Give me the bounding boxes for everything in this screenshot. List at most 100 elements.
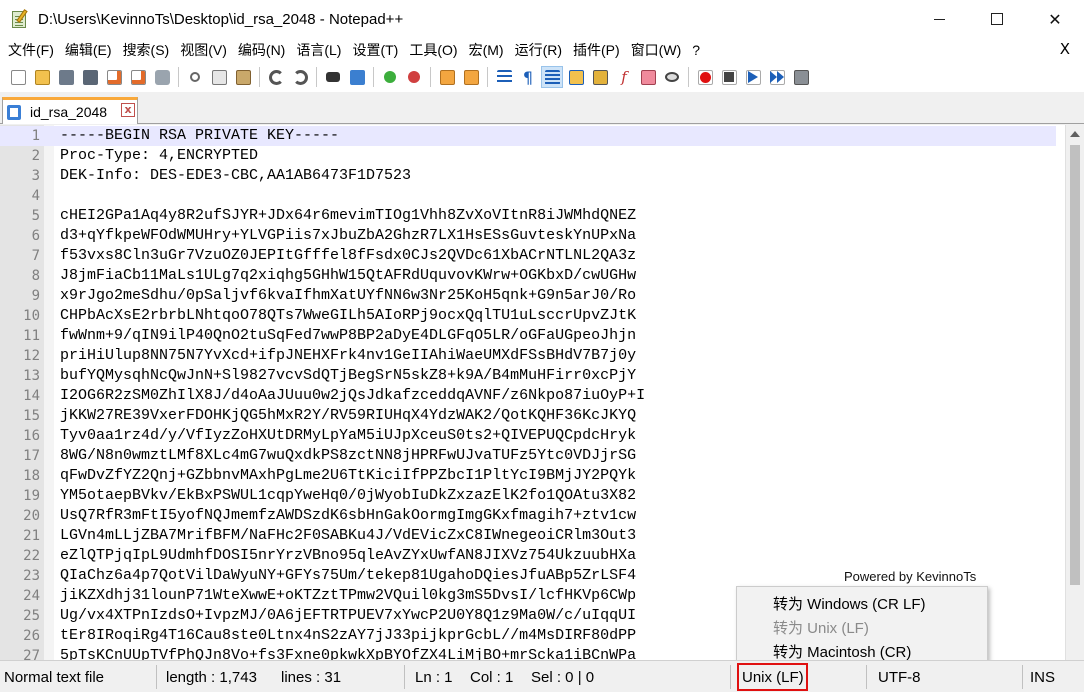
replace-icon[interactable] bbox=[347, 67, 367, 87]
play-macro-icon[interactable] bbox=[743, 67, 763, 87]
close-all-icon[interactable] bbox=[128, 67, 148, 87]
sync-vertical-icon[interactable] bbox=[437, 67, 457, 87]
vertical-scrollbar[interactable] bbox=[1065, 125, 1084, 660]
zoom-in-icon[interactable] bbox=[380, 67, 400, 87]
menu-run[interactable]: 运行(R) bbox=[511, 40, 566, 60]
zoom-out-icon[interactable] bbox=[404, 67, 424, 87]
menu-view[interactable]: 视图(V) bbox=[176, 40, 231, 60]
editor-line[interactable]: 9 x9rJgo2meSdhu/0pSaljvf6kvaIfhmXatUYfNN6… bbox=[0, 286, 1056, 306]
line-text[interactable]: 8WG/N8n0wmztLMf8XLc4mG7wuQxdkPS8zctNN8jH… bbox=[60, 446, 636, 466]
close-document-button[interactable]: X bbox=[1060, 40, 1070, 58]
stop-record-icon[interactable] bbox=[719, 67, 739, 87]
editor-line[interactable]: 1 -----BEGIN RSA PRIVATE KEY----- bbox=[0, 126, 1056, 146]
redo-icon[interactable] bbox=[290, 67, 310, 87]
menu-tools[interactable]: 工具(O) bbox=[405, 40, 461, 60]
save-icon[interactable] bbox=[56, 67, 76, 87]
editor-line[interactable]: 10 CHPbAcXsE2rbrbLNhtqoO78QTs7WweGILh5AIo… bbox=[0, 306, 1056, 326]
line-text[interactable]: J8jmFiaCb11MaLs1ULg7q2xiqhg5GHhW15QtAFRd… bbox=[60, 266, 636, 286]
menu-plugins[interactable]: 插件(P) bbox=[569, 40, 624, 60]
editor-line[interactable]: 16 Tyv0aa1rz4d/y/VfIyzZoHXUtDRMyLpYaM5iUJ… bbox=[0, 426, 1056, 446]
function-list-icon[interactable]: f bbox=[614, 67, 634, 87]
cut-icon[interactable] bbox=[185, 67, 205, 87]
menu-file[interactable]: 文件(F) bbox=[4, 40, 58, 60]
record-macro-icon[interactable] bbox=[695, 67, 715, 87]
line-text[interactable]: Tyv0aa1rz4d/y/VfIyzZoHXUtDRMyLpYaM5iUJpX… bbox=[60, 426, 636, 446]
line-text[interactable]: tEr8IRoqiRg4T16Cau8ste0Ltnx4nS2zAY7jJ33p… bbox=[60, 626, 636, 646]
line-text[interactable]: eZlQTPjqIpL9UdmhfDOSI5nrYrzVBno95qleAvZY… bbox=[60, 546, 636, 566]
convert-windows-crlf-item[interactable]: 转为 Windows (CR LF) bbox=[773, 593, 926, 614]
editor-line[interactable]: 12 priHiUlup8NN75N7YvXcd+ifpJNEHXFrk4nv1G… bbox=[0, 346, 1056, 366]
tab-close-button[interactable]: x bbox=[121, 103, 135, 117]
editor-line[interactable]: 8 J8jmFiaCb11MaLs1ULg7q2xiqhg5GHhW15QtAFR… bbox=[0, 266, 1056, 286]
line-text[interactable]: UsQ7RfR3mFtI5yofNQJmemfzAWDSzdK6sbHnGakO… bbox=[60, 506, 636, 526]
line-text[interactable]: Ug/vx4XTPnIzdsO+IvpzMJ/0A6jEFTRTPUEV7xYw… bbox=[60, 606, 636, 626]
minimize-button[interactable] bbox=[910, 0, 968, 38]
undo-icon[interactable] bbox=[266, 67, 286, 87]
editor-line[interactable]: 15 jKKW27RE39VxerFDOHKjQG5hMxR2Y/RV59RIUH… bbox=[0, 406, 1056, 426]
editor-line[interactable]: 19 YM5otaepBVkv/EkBxPSWUL1cqpYweHq0/0jWyo… bbox=[0, 486, 1056, 506]
scrollbar-thumb[interactable] bbox=[1070, 145, 1080, 585]
user-language-icon[interactable] bbox=[566, 67, 586, 87]
line-text[interactable]: qFwDvZfYZ2Qnj+GZbbnvMAxhPgLme2U6TtKiciIf… bbox=[60, 466, 636, 486]
doc-map-icon[interactable] bbox=[590, 67, 610, 87]
folder-workspace-icon[interactable] bbox=[638, 67, 658, 87]
line-text[interactable]: QIaChz6a4p7QotVilDaWyuNY+GFYs75Um/tekep8… bbox=[60, 566, 636, 586]
menu-language[interactable]: 语言(L) bbox=[292, 40, 345, 60]
editor-line[interactable]: 7 f53vxs8Cln3uGr7VzuOZ0JEPItGfffel8fFsdx0… bbox=[0, 246, 1056, 266]
new-file-icon[interactable] bbox=[8, 67, 28, 87]
editor-line[interactable]: 22 eZlQTPjqIpL9UdmhfDOSI5nrYrzVBno95qleAv… bbox=[0, 546, 1056, 566]
editor-line[interactable]: 21 LGVn4mLLjZBA7MrifBFM/NaFHc2F0SABKu4J/V… bbox=[0, 526, 1056, 546]
copy-icon[interactable] bbox=[209, 67, 229, 87]
line-text[interactable]: CHPbAcXsE2rbrbLNhtqoO78QTs7WweGILh5AIoRP… bbox=[60, 306, 636, 326]
sync-horizontal-icon[interactable] bbox=[461, 67, 481, 87]
line-text[interactable]: fwWnm+9/qIN9ilP40QnO2tuSqFed7wwP8BP2aDyE… bbox=[60, 326, 636, 346]
editor-line[interactable]: 4 bbox=[0, 186, 1056, 206]
paste-icon[interactable] bbox=[233, 67, 253, 87]
editor-line[interactable]: 18 qFwDvZfYZ2Qnj+GZbbnvMAxhPgLme2U6TtKici… bbox=[0, 466, 1056, 486]
menu-search[interactable]: 搜索(S) bbox=[119, 40, 174, 60]
open-file-icon[interactable] bbox=[32, 67, 52, 87]
line-text[interactable]: jKKW27RE39VxerFDOHKjQG5hMxR2Y/RV59RIUHqX… bbox=[60, 406, 636, 426]
line-text[interactable]: YM5otaepBVkv/EkBxPSWUL1cqpYweHq0/0jWyobI… bbox=[60, 486, 636, 506]
tab-id-rsa-2048[interactable]: id_rsa_2048 x bbox=[2, 97, 138, 124]
word-wrap-icon[interactable] bbox=[494, 67, 514, 87]
editor-line[interactable]: 11 fwWnm+9/qIN9ilP40QnO2tuSqFed7wwP8BP2aD… bbox=[0, 326, 1056, 346]
line-text[interactable]: 5pTsKCnUUpTVfPhQJn8Vo+fs3Fxne0pkwkXpBYOf… bbox=[60, 646, 636, 660]
line-text[interactable]: -----BEGIN RSA PRIVATE KEY----- bbox=[60, 126, 339, 146]
eol-format[interactable]: Unix (LF) bbox=[742, 669, 804, 686]
line-text[interactable]: DEK-Info: DES-EDE3-CBC,AA1AB6473F1D7523 bbox=[60, 166, 411, 186]
close-window-button[interactable]: ✕ bbox=[1026, 0, 1084, 38]
line-text[interactable]: d3+qYfkpeWFOdWMUHry+YLVGPiis7xJbuZbA2Ghz… bbox=[60, 226, 636, 246]
line-text[interactable]: x9rJgo2meSdhu/0pSaljvf6kvaIfhmXatUYfNN6w… bbox=[60, 286, 636, 306]
line-text[interactable]: jiKZXdhj31lounP71WteXwwE+oKTZztTPmw2VQui… bbox=[60, 586, 636, 606]
editor-line[interactable]: 6 d3+qYfkpeWFOdWMUHry+YLVGPiis7xJbuZbA2Gh… bbox=[0, 226, 1056, 246]
menu-settings[interactable]: 设置(T) bbox=[348, 40, 402, 60]
line-text[interactable]: f53vxs8Cln3uGr7VzuOZ0JEPItGfffel8fFsdx0C… bbox=[60, 246, 636, 266]
close-icon[interactable] bbox=[104, 67, 124, 87]
show-all-chars-icon[interactable]: ¶ bbox=[518, 67, 538, 87]
editor-line[interactable]: 14 I2OG6R2zSM0ZhIlX8J/d4oAaJUuu0w2jQsJdka… bbox=[0, 386, 1056, 406]
menu-edit[interactable]: 编辑(E) bbox=[61, 40, 116, 60]
scroll-up-icon[interactable] bbox=[1070, 131, 1080, 137]
convert-macintosh-cr-item[interactable]: 转为 Macintosh (CR) bbox=[773, 641, 911, 662]
line-text[interactable]: I2OG6R2zSM0ZhIlX8J/d4oAaJUuu0w2jQsJdkafz… bbox=[60, 386, 645, 406]
menu-encoding[interactable]: 编码(N) bbox=[234, 40, 289, 60]
menu-help[interactable]: ? bbox=[688, 42, 704, 58]
editor-line[interactable]: 2 Proc-Type: 4,ENCRYPTED bbox=[0, 146, 1056, 166]
run-macro-multiple-icon[interactable] bbox=[767, 67, 787, 87]
indent-guide-icon[interactable] bbox=[541, 66, 563, 88]
menu-macro[interactable]: 宏(M) bbox=[465, 40, 508, 60]
find-icon[interactable] bbox=[323, 67, 343, 87]
encoding[interactable]: UTF-8 bbox=[878, 669, 921, 686]
monitor-icon[interactable] bbox=[662, 67, 682, 87]
save-all-icon[interactable] bbox=[80, 67, 100, 87]
line-text[interactable]: LGVn4mLLjZBA7MrifBFM/NaFHc2F0SABKu4J/VdE… bbox=[60, 526, 636, 546]
line-text[interactable]: bufYQMysqhNcQwJnN+Sl9827vcvSdQTjBegSrN5s… bbox=[60, 366, 636, 386]
print-icon[interactable] bbox=[152, 67, 172, 87]
editor-line[interactable]: 17 8WG/N8n0wmztLMf8XLc4mG7wuQxdkPS8zctNN8… bbox=[0, 446, 1056, 466]
editor-line[interactable]: 20 UsQ7RfR3mFtI5yofNQJmemfzAWDSzdK6sbHnGa… bbox=[0, 506, 1056, 526]
line-text[interactable]: Proc-Type: 4,ENCRYPTED bbox=[60, 146, 258, 166]
maximize-button[interactable] bbox=[968, 0, 1026, 38]
menu-window[interactable]: 窗口(W) bbox=[627, 40, 686, 60]
save-macro-icon[interactable] bbox=[791, 67, 811, 87]
